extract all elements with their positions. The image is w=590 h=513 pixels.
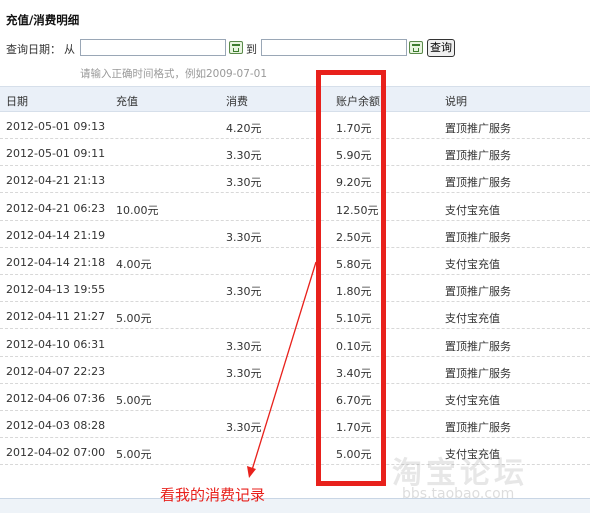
- table-row: 2012-04-06 07:36 5.00元 6.70元 支付宝充值: [0, 384, 590, 411]
- header-consume: 消费: [226, 95, 248, 108]
- page-title: 充值/消费明细: [6, 13, 80, 27]
- header-recharge: 充值: [116, 95, 138, 108]
- cell-description: 支付宝充值: [445, 203, 500, 217]
- cell-consume: 3.30元: [226, 149, 262, 163]
- table-row: 2012-05-01 09:11 3.30元 5.90元 置顶推广服务: [0, 139, 590, 167]
- cell-consume: 3.30元: [226, 176, 262, 190]
- cell-recharge: 10.00元: [116, 203, 159, 217]
- cell-description: 支付宝充值: [445, 394, 500, 407]
- cell-recharge: 5.00元: [116, 312, 152, 326]
- cell-description: 置顶推广服务: [445, 285, 511, 299]
- cell-date: 2012-04-02 07:00: [6, 446, 106, 460]
- cell-description: 置顶推广服务: [445, 366, 511, 380]
- to-label: 到: [246, 43, 257, 56]
- cell-date: 2012-05-01 09:11: [6, 147, 106, 161]
- cell-description: 置顶推广服务: [445, 230, 511, 244]
- cell-date: 2012-04-21 06:23: [6, 201, 106, 215]
- cell-date: 2012-04-07 22:23: [6, 364, 106, 378]
- watermark-url: bbs.taobao.com: [402, 486, 515, 502]
- cell-description: 置顶推广服务: [445, 149, 511, 163]
- cell-date: 2012-04-14 21:18: [6, 256, 106, 269]
- cell-date: 2012-04-21 21:13: [6, 174, 106, 188]
- table-row: 2012-04-14 21:18 4.00元 5.80元 支付宝充值: [0, 248, 590, 275]
- cell-consume: 3.30元: [226, 366, 262, 380]
- date-query-bar: 查询日期： 从 到 查询: [6, 39, 586, 59]
- annotation-note: 看我的消费记录: [160, 486, 266, 504]
- cell-recharge: 4.00元: [116, 258, 152, 271]
- calendar-icon[interactable]: [229, 41, 243, 54]
- cell-description: 置顶推广服务: [445, 176, 511, 190]
- header-description: 说明: [445, 95, 467, 108]
- cell-description: 置顶推广服务: [445, 122, 511, 135]
- table-header: 日期 充值 消费 账户余额 说明: [0, 86, 590, 112]
- table-row: 2012-04-03 08:28 3.30元 1.70元 置顶推广服务: [0, 411, 590, 439]
- cell-date: 2012-04-14 21:19: [6, 228, 106, 242]
- cell-date: 2012-05-01 09:13: [6, 120, 106, 133]
- header-date: 日期: [6, 95, 28, 108]
- cell-description: 支付宝充值: [445, 258, 500, 271]
- table-row: 2012-04-11 21:27 5.00元 5.10元 支付宝充值: [0, 302, 590, 330]
- cell-consume: 3.30元: [226, 339, 262, 353]
- cell-consume: 3.30元: [226, 285, 262, 299]
- table-row: 2012-04-07 22:23 3.30元 3.40元 置顶推广服务: [0, 357, 590, 384]
- table-row: 2012-04-21 06:23 10.00元 12.50元 支付宝充值: [0, 194, 590, 221]
- cell-consume: 3.30元: [226, 230, 262, 244]
- table-row: 2012-04-21 21:13 3.30元 9.20元 置顶推广服务: [0, 166, 590, 194]
- cell-description: 置顶推广服务: [445, 339, 511, 353]
- cell-date: 2012-04-10 06:31: [6, 337, 106, 351]
- from-label: 从: [64, 43, 75, 56]
- table-row: 2012-04-13 19:55 3.30元 1.80元 置顶推广服务: [0, 275, 590, 303]
- cell-date: 2012-04-03 08:28: [6, 419, 106, 433]
- date-format-hint: 请输入正确时间格式，例如2009-07-01: [80, 68, 268, 80]
- balance-highlight-box: [316, 70, 386, 486]
- from-date-input[interactable]: [80, 39, 226, 56]
- table-row: 2012-04-14 21:19 3.30元 2.50元 置顶推广服务: [0, 221, 590, 248]
- query-date-label: 查询日期：: [6, 43, 61, 56]
- table-row: 2012-04-10 06:31 3.30元 0.10元 置顶推广服务: [0, 330, 590, 357]
- cell-date: 2012-04-13 19:55: [6, 283, 106, 297]
- cell-recharge: 5.00元: [116, 448, 152, 462]
- table-row: 2012-05-01 09:13 4.20元 1.70元 置顶推广服务: [0, 112, 590, 139]
- cell-description: 支付宝充值: [445, 312, 500, 326]
- cell-date: 2012-04-06 07:36: [6, 392, 106, 405]
- cell-description: 置顶推广服务: [445, 421, 511, 435]
- calendar-icon[interactable]: [409, 41, 423, 54]
- query-button[interactable]: 查询: [427, 39, 455, 57]
- cell-date: 2012-04-11 21:27: [6, 310, 106, 324]
- cell-consume: 3.30元: [226, 421, 262, 435]
- to-date-input[interactable]: [261, 39, 407, 56]
- cell-consume: 4.20元: [226, 122, 262, 135]
- cell-recharge: 5.00元: [116, 394, 152, 407]
